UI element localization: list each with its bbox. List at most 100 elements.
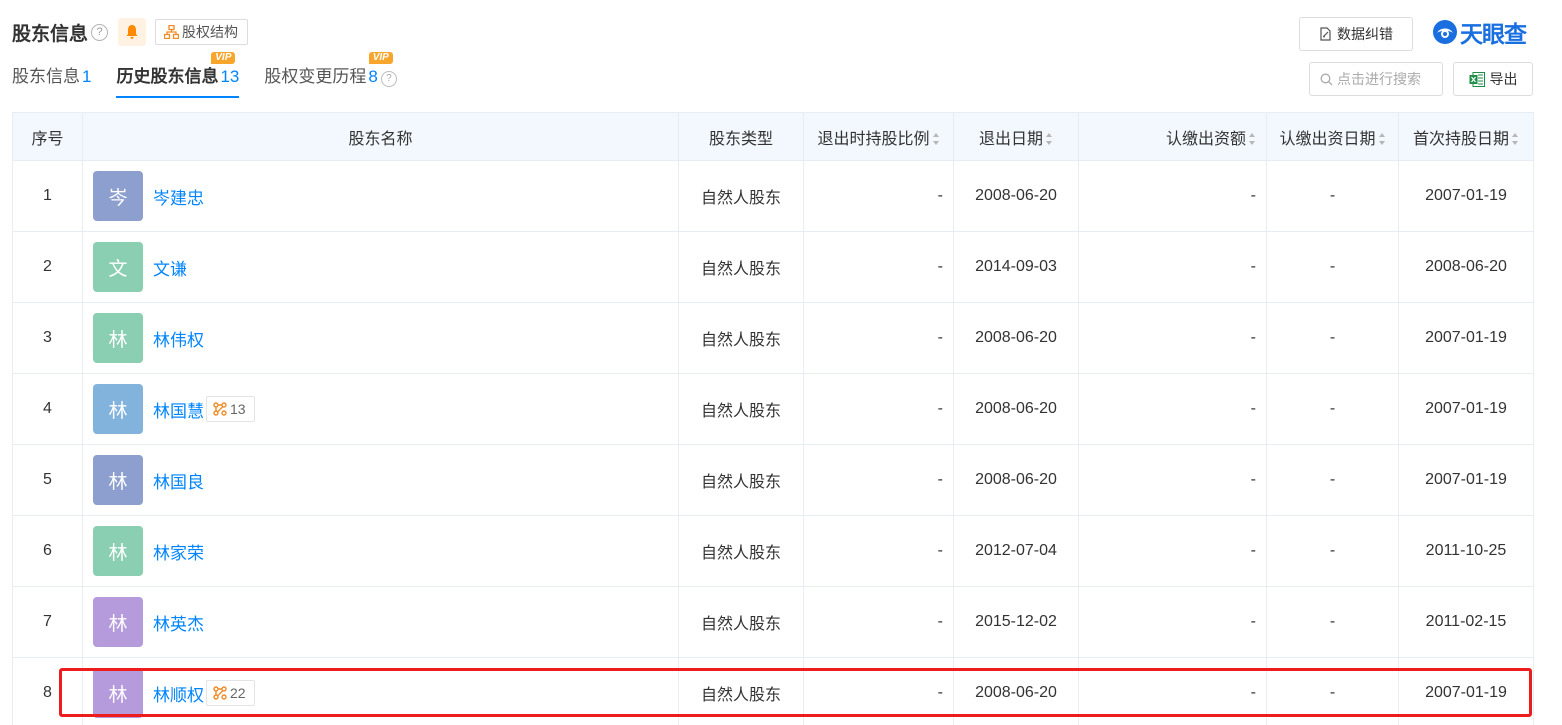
shareholder-name-link[interactable]: 林国慧 [153, 397, 204, 422]
first-holding-date: 2007-01-19 [1398, 444, 1534, 516]
exit-date: 2008-06-20 [953, 444, 1079, 516]
vip-badge: VIP [211, 52, 236, 64]
subscribed-amount: - [1078, 160, 1267, 232]
shareholder-cell: 文文谦 [82, 231, 679, 303]
first-holding-date: 2007-01-19 [1398, 160, 1534, 232]
subscribed-amount: - [1078, 231, 1267, 303]
exit-ratio: - [803, 373, 954, 445]
column-header-exit-ratio[interactable]: 退出时持股比例 [803, 112, 954, 161]
shareholder-name-link[interactable]: 林家荣 [153, 539, 204, 564]
tab-shareholders[interactable]: 股东信息 1 [12, 60, 91, 98]
table-row: 8 林林顺权 22 自然人股东 -2008-06-20- -2007-01-19 [12, 657, 1534, 725]
subscribed-date: - [1266, 657, 1399, 725]
search-input[interactable] [1337, 71, 1442, 87]
tab-history-shareholders[interactable]: 历史股东信息 13 VIP [116, 52, 240, 98]
column-header-subscribed-date[interactable]: 认缴出资日期 [1266, 112, 1399, 161]
table-header-row: 序号 股东名称 股东类型 退出时持股比例 退出日期 认缴出资额 认缴出资日期 首… [12, 112, 1534, 161]
shareholder-name-link[interactable]: 岑建忠 [153, 184, 204, 209]
export-label: 导出 [1489, 71, 1518, 87]
first-holding-date: 2011-10-25 [1398, 515, 1534, 587]
structure-icon [164, 25, 180, 39]
exit-ratio: - [803, 515, 954, 587]
table-row: 1 岑岑建忠 自然人股东 -2008-06-20- -2007-01-19 [12, 160, 1534, 232]
table-row: 3 林林伟权 自然人股东 -2008-06-20- -2007-01-19 [12, 302, 1534, 374]
subscribed-date: - [1266, 302, 1399, 374]
page-title: 股东信息 [12, 23, 89, 45]
table-row: 6 林林家荣 自然人股东 -2012-07-04- -2011-10-25 [12, 515, 1534, 587]
shareholder-cell: 林林国良 [82, 444, 679, 516]
first-holding-date: 2007-01-19 [1398, 302, 1534, 374]
column-header-no: 序号 [12, 112, 83, 161]
shareholder-cell: 林林伟权 [82, 302, 679, 374]
help-icon[interactable]: ? [380, 71, 397, 87]
exit-date: 2014-09-03 [953, 231, 1079, 303]
export-button[interactable]: 导出 [1453, 62, 1533, 96]
shareholder-name-link[interactable]: 林伟权 [153, 326, 204, 351]
shareholder-type: 自然人股东 [678, 231, 804, 303]
column-header-subscribed-amount[interactable]: 认缴出资额 [1078, 112, 1267, 161]
avatar[interactable]: 林 [93, 597, 143, 647]
history-shareholders-table: 序号 股东名称 股东类型 退出时持股比例 退出日期 认缴出资额 认缴出资日期 首… [12, 112, 1534, 725]
subscribed-date: - [1266, 444, 1399, 516]
relation-count: 22 [230, 685, 246, 701]
vip-badge: VIP [368, 52, 393, 64]
row-number: 3 [12, 302, 83, 374]
subscribed-date: - [1266, 515, 1399, 587]
exit-date: 2008-06-20 [953, 373, 1079, 445]
shareholder-cell: 岑岑建忠 [82, 160, 679, 232]
first-holding-date: 2007-01-19 [1398, 373, 1534, 445]
column-header-exit-date[interactable]: 退出日期 [953, 112, 1079, 161]
avatar[interactable]: 林 [93, 526, 143, 576]
avatar[interactable]: 林 [93, 668, 143, 718]
sort-icon[interactable] [1512, 133, 1519, 146]
shareholder-name-link[interactable]: 林顺权 [153, 681, 204, 706]
bell-button[interactable] [118, 18, 147, 46]
avatar[interactable]: 林 [93, 455, 143, 505]
shareholder-cell: 林林家荣 [82, 515, 679, 587]
column-header-first-holding-date[interactable]: 首次持股日期 [1398, 112, 1534, 161]
relation-tag[interactable]: 22 [206, 680, 255, 706]
avatar[interactable]: 文 [93, 242, 143, 292]
equity-structure-button[interactable]: 股权结构 [155, 19, 249, 45]
shareholder-name-link[interactable]: 文谦 [153, 255, 187, 280]
sort-icon[interactable] [1046, 133, 1053, 146]
help-icon[interactable]: ? [91, 23, 109, 41]
sort-icon[interactable] [1249, 133, 1256, 146]
relation-tag[interactable]: 13 [206, 396, 255, 422]
shareholder-type: 自然人股东 [678, 302, 804, 374]
avatar[interactable]: 林 [93, 384, 143, 434]
exit-ratio: - [803, 231, 954, 303]
shareholder-type: 自然人股东 [678, 657, 804, 725]
avatar[interactable]: 岑 [93, 171, 143, 221]
avatar[interactable]: 林 [93, 313, 143, 363]
tab-label: 历史股东信息 [116, 67, 219, 86]
exit-ratio: - [803, 586, 954, 658]
subscribed-date: - [1266, 160, 1399, 232]
data-correction-label: 数据纠错 [1337, 26, 1393, 42]
tab-count: 8 [368, 67, 378, 86]
shareholder-name-link[interactable]: 林英杰 [153, 610, 204, 635]
exit-ratio: - [803, 657, 954, 725]
exit-ratio: - [803, 160, 954, 232]
subscribed-date: - [1266, 373, 1399, 445]
shareholder-type: 自然人股东 [678, 444, 804, 516]
row-number: 8 [12, 657, 83, 725]
sort-icon[interactable] [1378, 133, 1386, 146]
row-number: 6 [12, 515, 83, 587]
shareholder-type: 自然人股东 [678, 373, 804, 445]
data-correction-button[interactable]: 数据纠错 [1299, 17, 1413, 51]
exit-ratio: - [803, 302, 954, 374]
table-row: 7 林林英杰 自然人股东 -2015-12-02- -2011-02-15 [12, 586, 1534, 658]
subscribed-date: - [1266, 586, 1399, 658]
subscribed-amount: - [1078, 302, 1267, 374]
sort-icon[interactable] [932, 133, 940, 146]
row-number: 7 [12, 586, 83, 658]
tab-label: 股权变更历程 [264, 67, 367, 86]
table-row: 5 林林国良 自然人股东 -2008-06-20- -2007-01-19 [12, 444, 1534, 516]
shareholder-name-link[interactable]: 林国良 [153, 468, 204, 493]
tianyancha-logo[interactable]: 天眼查 [1432, 16, 1527, 48]
search-box[interactable] [1309, 62, 1443, 96]
eye-logo-icon [1433, 20, 1457, 44]
tab-equity-change-history[interactable]: 股权变更历程 8? VIP [264, 52, 397, 98]
column-header-name: 股东名称 [82, 112, 679, 161]
